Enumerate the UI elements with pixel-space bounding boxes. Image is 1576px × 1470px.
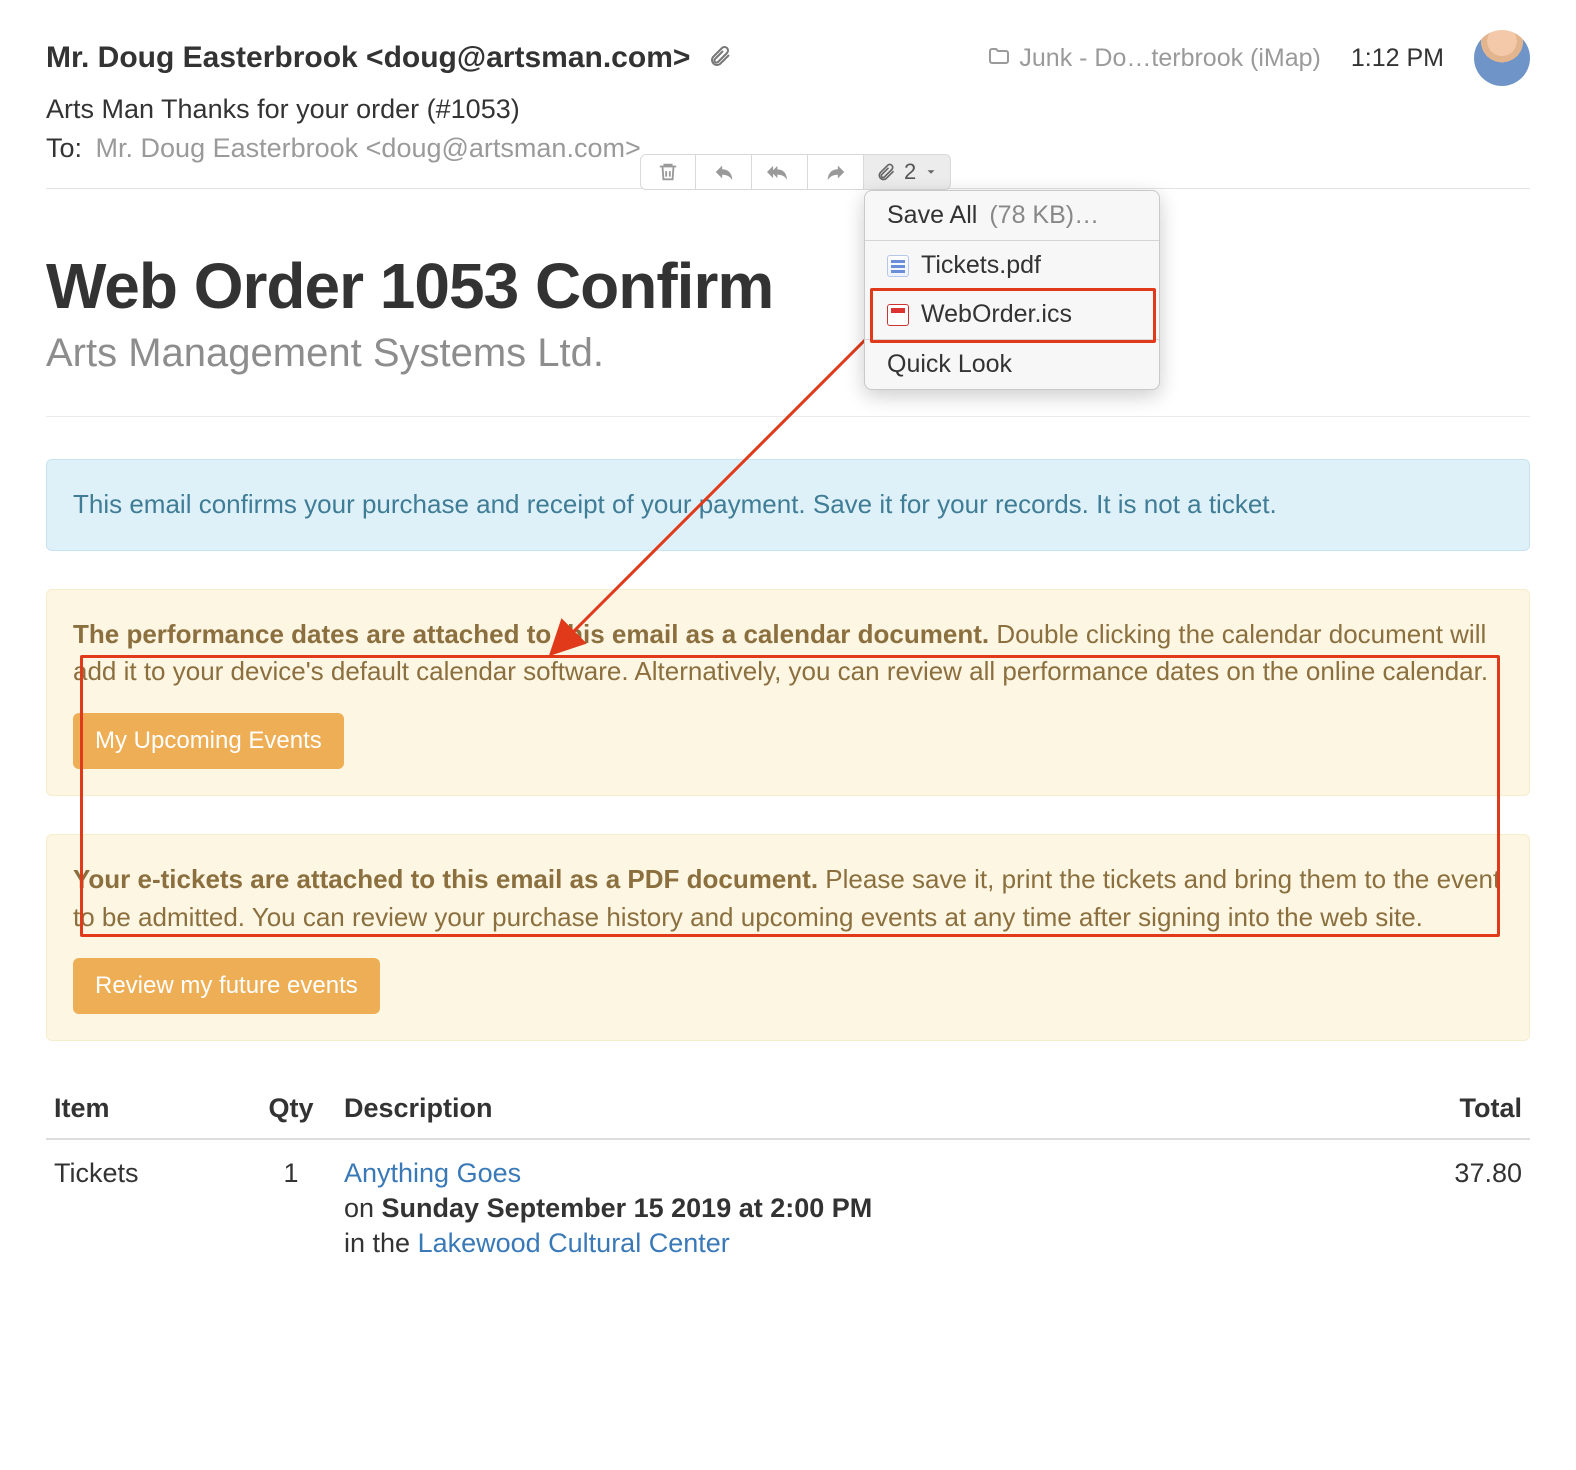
paperclip-icon [876,162,896,182]
attachments-dropdown-button[interactable]: 2 [864,154,951,190]
etickets-alert: Your e-tickets are attached to this emai… [46,834,1530,1041]
venue-link[interactable]: Lakewood Cultural Center [418,1228,730,1258]
attachment-item-weborder[interactable]: WebOrder.ics [865,290,1159,339]
reply-all-icon [767,161,793,183]
to-label: To: [46,133,82,163]
in-label: in the [344,1228,418,1258]
attachment-filename: Tickets.pdf [921,251,1041,280]
ics-file-icon [887,304,909,326]
pdf-file-icon [887,255,909,277]
forward-icon [825,161,847,183]
mailbox-name: Junk - Do…terbrook (iMap) [1019,44,1320,73]
mailbox-folder-icon [987,44,1011,73]
received-time: 1:12 PM [1351,44,1444,73]
cell-total: 37.80 [1390,1139,1530,1263]
subject: Arts Man Thanks for your order (#1053) [46,94,1530,125]
table-row: Tickets 1 Anything Goes on Sunday Septem… [46,1139,1530,1263]
save-all-menu-item[interactable]: Save All (78 KB)… [865,191,1159,241]
confirmation-alert: This email confirms your purchase and re… [46,459,1530,551]
save-all-size: (78 KB)… [989,201,1099,230]
chevron-down-icon [924,165,938,179]
col-total: Total [1390,1079,1530,1139]
my-upcoming-events-button[interactable]: My Upcoming Events [73,713,344,769]
etickets-alert-bold: Your e-tickets are attached to this emai… [73,864,818,894]
attachment-count: 2 [904,159,916,185]
attachment-filename: WebOrder.ics [921,300,1072,329]
message-toolbar: 2 [640,154,951,190]
forward-button[interactable] [808,154,864,190]
save-all-label: Save All [887,201,977,230]
cell-description: Anything Goes on Sunday September 15 201… [336,1139,1390,1263]
reply-all-button[interactable] [752,154,808,190]
col-item: Item [46,1079,246,1139]
cell-item: Tickets [46,1139,246,1263]
reply-button[interactable] [696,154,752,190]
attachment-indicator-icon [708,44,732,73]
attachment-item-tickets[interactable]: Tickets.pdf [865,241,1159,290]
col-description: Description [336,1079,1390,1139]
order-table: Item Qty Description Total Tickets 1 Any… [46,1079,1530,1263]
quick-look-menu-item[interactable]: Quick Look [865,339,1159,389]
col-qty: Qty [246,1079,336,1139]
calendar-alert: The performance dates are attached to th… [46,589,1530,796]
body-divider [46,416,1530,417]
confirmation-text: This email confirms your purchase and re… [73,489,1277,519]
email-title: Web Order 1053 Confirm [46,249,1530,323]
attachments-menu: Save All (78 KB)… Tickets.pdf WebOrder.i… [864,190,1160,390]
reply-icon [713,161,735,183]
event-date: Sunday September 15 2019 at 2:00 PM [382,1193,873,1223]
from-address: Mr. Doug Easterbrook <doug@artsman.com> [46,41,690,75]
calendar-alert-bold: The performance dates are attached to th… [73,619,989,649]
to-address: Mr. Doug Easterbrook <doug@artsman.com> [96,133,641,163]
event-title-link[interactable]: Anything Goes [344,1158,521,1188]
trash-icon [657,161,679,183]
email-organization: Arts Management Systems Ltd. [46,331,1530,376]
review-future-events-button[interactable]: Review my future events [73,958,380,1014]
avatar [1474,30,1530,86]
on-label: on [344,1193,382,1223]
delete-button[interactable] [640,154,696,190]
quick-look-label: Quick Look [887,350,1012,379]
cell-qty: 1 [246,1139,336,1263]
